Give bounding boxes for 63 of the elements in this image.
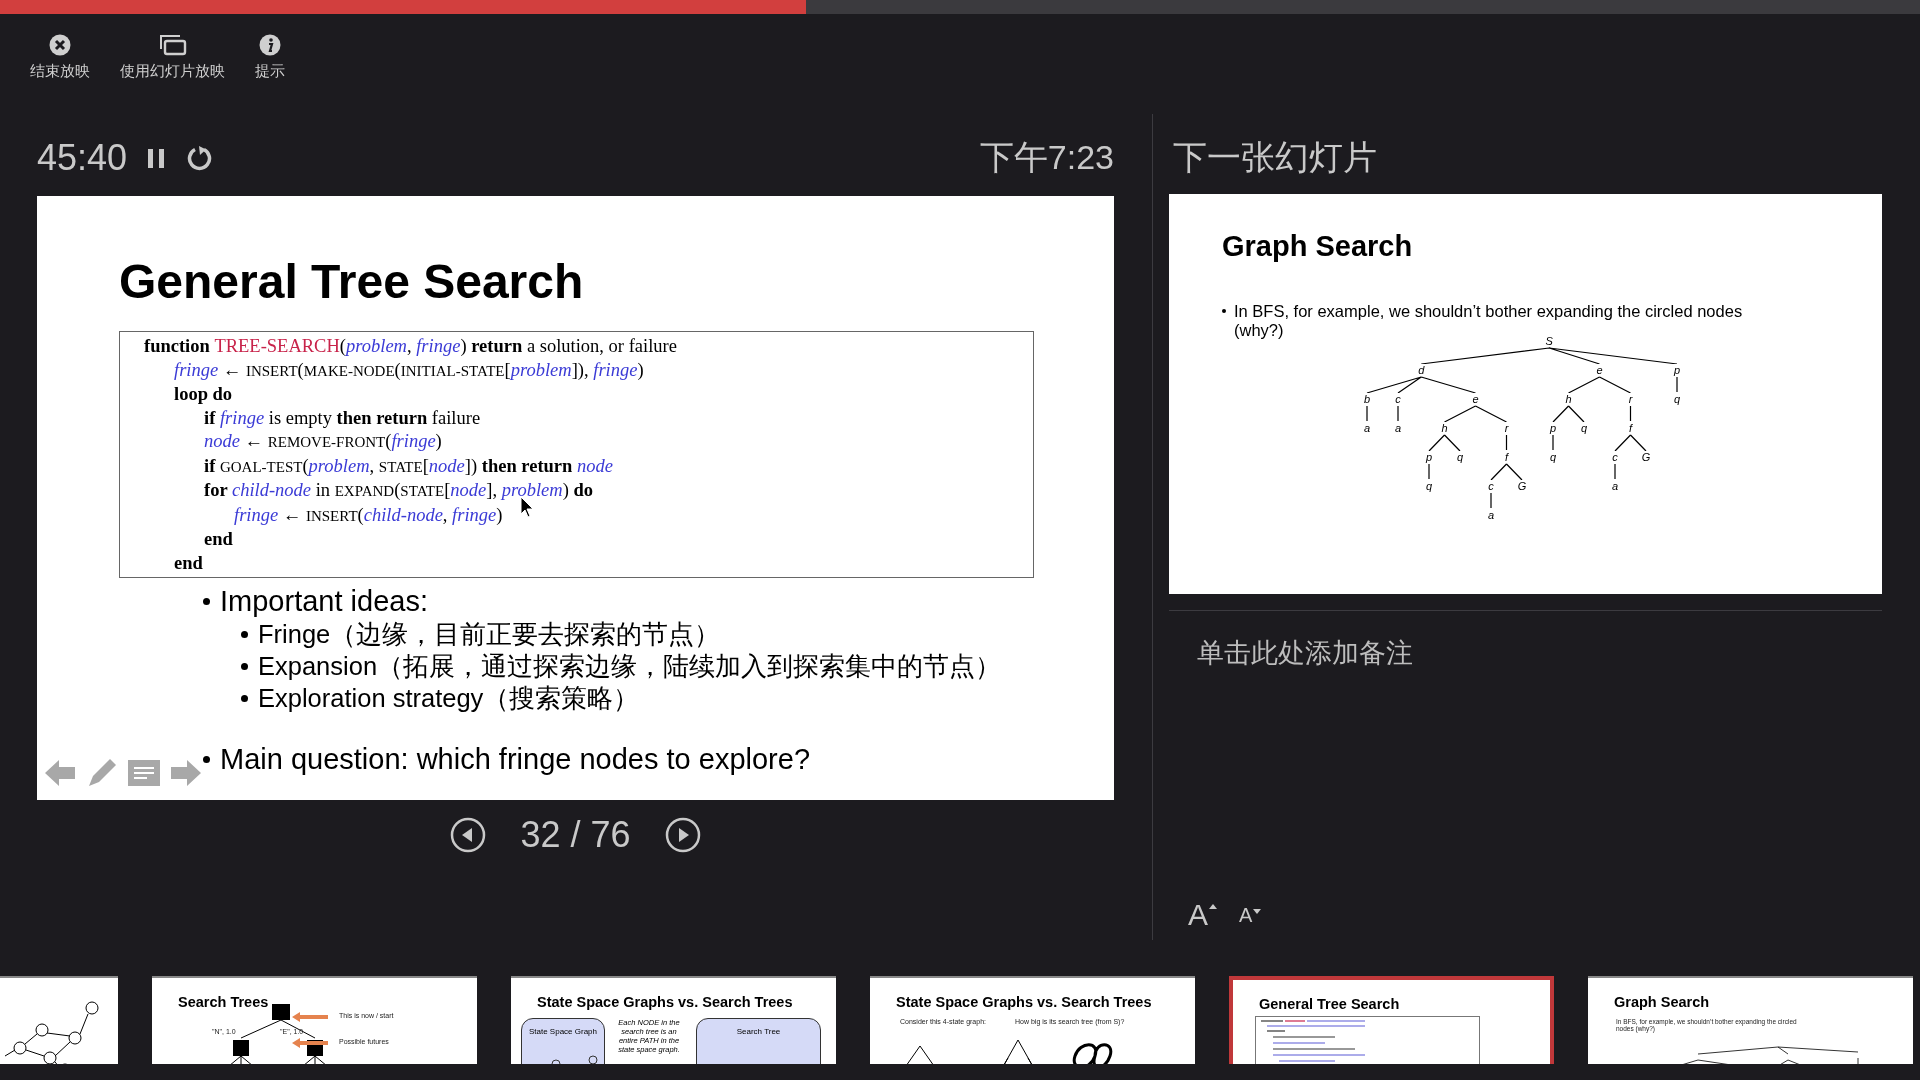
code-line: node ← REMOVE-FRONT(fringe) bbox=[203, 430, 442, 453]
tree-node-label: G bbox=[1517, 480, 1527, 492]
tree-panel: Search Tree bbox=[696, 1018, 821, 1064]
increase-font-button[interactable]: A bbox=[1188, 900, 1217, 930]
thumbnail-title: Search Trees bbox=[178, 994, 269, 1010]
tree-node-label: a bbox=[1611, 480, 1619, 492]
tree-node-label: c bbox=[1395, 393, 1401, 405]
bullet-text: Exploration strategy（搜索策略） bbox=[258, 683, 640, 714]
tree-node-label: q bbox=[1425, 480, 1433, 492]
tree-node-label: q bbox=[1673, 393, 1681, 405]
tree-node-label: d bbox=[1418, 364, 1425, 376]
tree-node-label: r bbox=[1628, 393, 1633, 405]
graph-panel: State Space Graph bbox=[521, 1018, 605, 1064]
bullet-text: Main question: which fringe nodes to explore? bbox=[220, 742, 811, 776]
next-slide-heading: 下一张幻灯片 bbox=[1173, 137, 1378, 177]
code-line: if GOAL-TEST(problem, STATE[node]) then return node bbox=[203, 454, 613, 478]
code-line: end bbox=[173, 551, 203, 575]
tree-node-label: p bbox=[1673, 364, 1681, 376]
tree-node-label: b bbox=[1363, 393, 1371, 405]
tree-node-label: e bbox=[1596, 364, 1603, 376]
tree-node-label: a bbox=[1394, 422, 1402, 434]
decrease-font-button[interactable]: A bbox=[1239, 905, 1262, 925]
thumbnail-title: General Tree Search bbox=[1259, 996, 1400, 1012]
tree-node-label: c bbox=[1612, 451, 1618, 463]
code-line: if fringe is empty then return failure bbox=[203, 406, 481, 430]
tree-node-label: r bbox=[1504, 422, 1509, 434]
tree-node-label: a bbox=[1363, 422, 1371, 434]
tree-node-label: q bbox=[1549, 451, 1557, 463]
notes-field[interactable]: 单击此处添加备注 bbox=[1169, 635, 1887, 815]
tree-node-label: h bbox=[1565, 393, 1572, 405]
tree-node-label: e bbox=[1472, 393, 1479, 405]
bullet-text: Fringe（边缘，目前正要去探索的节点） bbox=[258, 619, 721, 650]
tree-node-label: h bbox=[1441, 422, 1448, 434]
clock-time: 下午7:23 bbox=[979, 137, 1114, 178]
thumbnail-title: State Space Graphs vs. Search Trees bbox=[896, 994, 1152, 1010]
thumbnail-title: Graph Search bbox=[1614, 994, 1710, 1010]
tree-node-label: p bbox=[1549, 422, 1557, 434]
slide-title: General Tree Search bbox=[119, 254, 585, 310]
slide-title: Graph Search bbox=[1222, 229, 1414, 264]
code-line: end bbox=[203, 528, 233, 551]
slide-thumbnail[interactable]: General Tree Search bbox=[1229, 976, 1554, 1064]
display-settings-button[interactable]: 使用幻灯片放映 bbox=[120, 34, 225, 96]
tree-node-label: G bbox=[1641, 451, 1651, 463]
tree-node-label: f bbox=[1628, 422, 1633, 434]
tree-node-label: p bbox=[1425, 451, 1433, 463]
tree-node-label: q bbox=[1456, 451, 1464, 463]
code-line: loop do bbox=[173, 383, 233, 406]
end-show-button[interactable]: 结束放映 bbox=[30, 34, 90, 96]
thumbnail-title: State Space Graphs vs. Search Trees bbox=[537, 994, 793, 1010]
code-line: for child-node in EXPAND(STATE[node], problem) do bbox=[203, 479, 594, 502]
tree-node-label: q bbox=[1580, 422, 1588, 434]
slide-counter: 32 / 76 bbox=[520, 814, 631, 856]
tree-node-label: f bbox=[1504, 451, 1509, 463]
help-button[interactable]: 提示 bbox=[255, 34, 285, 96]
code-line: function TREE-SEARCH(problem, fringe) return a solution, or failure bbox=[144, 335, 677, 358]
elapsed-time: 45:40 bbox=[37, 137, 128, 179]
tree-node-label: c bbox=[1488, 480, 1494, 492]
bullet-text: Important ideas: bbox=[220, 584, 428, 618]
tree-node-label: a bbox=[1487, 509, 1495, 521]
code-line: fringe ← INSERT(MAKE-NODE(INITIAL-STATE[problem]), fringe) bbox=[173, 358, 644, 382]
bullet-text: Expansion（拓展，通过探索边缘，陆续加入到探索集中的节点） bbox=[258, 651, 1002, 682]
code-line: fringe ← INSERT(child-node, fringe) bbox=[233, 503, 503, 527]
tree-node-label: S bbox=[1545, 335, 1553, 347]
